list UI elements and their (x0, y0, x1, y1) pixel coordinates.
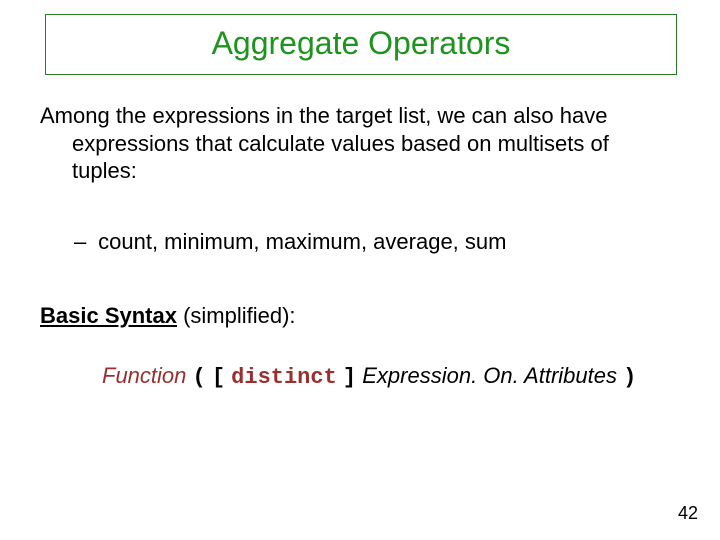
title-box: Aggregate Operators (45, 14, 677, 75)
slide-body: Among the expressions in the target list… (40, 102, 680, 390)
basic-syntax-suffix: (simplified): (177, 303, 296, 328)
basic-syntax-label: Basic Syntax (40, 303, 177, 328)
syntax-function: Function (102, 363, 186, 388)
slide-title: Aggregate Operators (212, 25, 511, 61)
intro-paragraph: Among the expressions in the target list… (40, 102, 680, 185)
syntax-expression: Expression. On. Attributes (362, 363, 617, 388)
syntax-close-paren: ) (623, 365, 636, 390)
syntax-open-paren: ( (193, 365, 206, 390)
intro-line-2: expressions that calculate values based … (40, 130, 680, 158)
bullet-dash-icon: – (74, 229, 92, 255)
intro-line-1: Among the expressions in the target list… (40, 102, 680, 130)
syntax-open-bracket: [ (212, 365, 225, 390)
syntax-line: Function ( [ distinct ] Expression. On. … (40, 363, 680, 390)
bullet-item: – count, minimum, maximum, average, sum (40, 229, 680, 255)
syntax-close-bracket: ] (343, 365, 356, 390)
syntax-distinct-keyword: distinct (231, 365, 337, 390)
page-number: 42 (678, 503, 698, 524)
basic-syntax-heading: Basic Syntax (simplified): (40, 303, 680, 329)
bullet-text: count, minimum, maximum, average, sum (98, 229, 506, 254)
intro-line-3: tuples: (40, 157, 680, 185)
